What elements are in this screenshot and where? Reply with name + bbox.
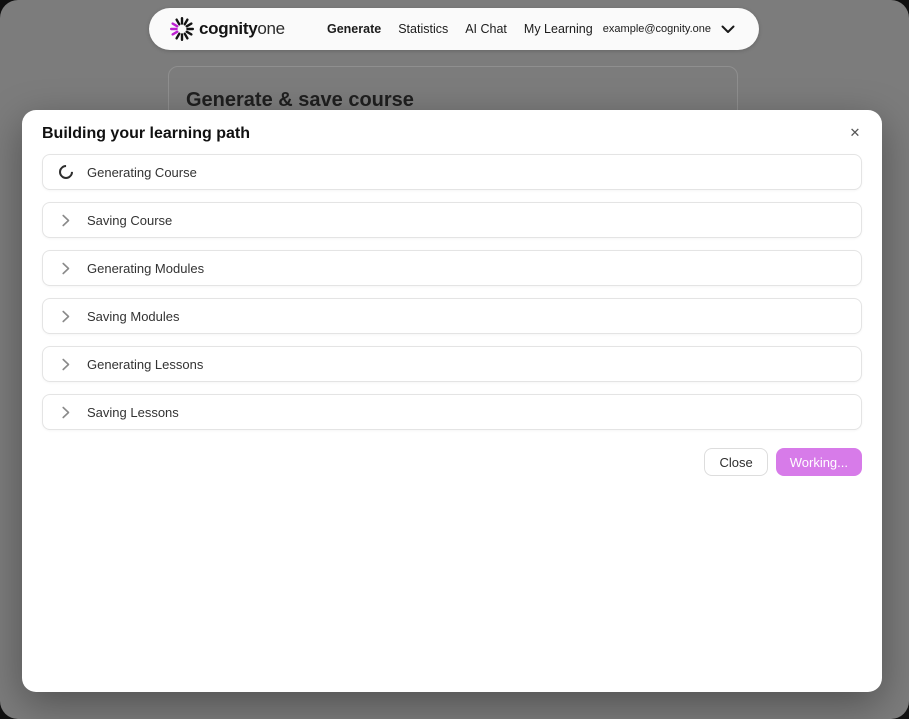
- account-email: example@cognity.one: [603, 23, 711, 35]
- step-label: Generating Lessons: [87, 357, 203, 372]
- step-label: Saving Modules: [87, 309, 180, 324]
- brand-name-light: one: [257, 19, 284, 38]
- building-learning-path-modal: Building your learning path ✕ Generating…: [22, 110, 882, 692]
- close-button[interactable]: Close: [704, 448, 767, 476]
- step-label: Saving Course: [87, 213, 172, 228]
- chevron-right-icon: [59, 406, 73, 419]
- modal-header: Building your learning path ✕: [42, 124, 862, 144]
- step-row[interactable]: Generating Course: [42, 154, 862, 190]
- step-row[interactable]: Saving Modules: [42, 298, 862, 334]
- chevron-right-icon: [59, 214, 73, 227]
- working-button[interactable]: Working...: [776, 448, 862, 476]
- chevron-right-icon: [59, 262, 73, 275]
- chevron-right-icon: [59, 310, 73, 323]
- brand-logo[interactable]: cognityone: [169, 16, 287, 42]
- brand-name: cognityone: [199, 19, 285, 39]
- modal-title: Building your learning path: [42, 124, 862, 144]
- chevron-down-icon: [721, 25, 735, 34]
- nav-item-generate[interactable]: Generate: [327, 22, 381, 36]
- step-row[interactable]: Saving Course: [42, 202, 862, 238]
- modal-footer: Close Working...: [42, 448, 862, 476]
- step-label: Saving Lessons: [87, 405, 179, 420]
- brand-burst-icon: [169, 16, 195, 42]
- nav-item-ai-chat[interactable]: AI Chat: [465, 22, 507, 36]
- step-row[interactable]: Generating Modules: [42, 250, 862, 286]
- nav-item-statistics[interactable]: Statistics: [398, 22, 448, 36]
- nav-item-my-learning[interactable]: My Learning: [524, 22, 593, 36]
- brand-name-bold: cognity: [199, 19, 257, 38]
- steps-list: Generating Course Saving Course Generati…: [42, 154, 862, 430]
- step-label: Generating Modules: [87, 261, 204, 276]
- step-row[interactable]: Saving Lessons: [42, 394, 862, 430]
- page-title: Generate & save course: [169, 67, 737, 112]
- account-menu[interactable]: example@cognity.one: [603, 23, 735, 35]
- spinner-icon: [56, 162, 76, 182]
- step-row[interactable]: Generating Lessons: [42, 346, 862, 382]
- nav-links: Generate Statistics AI Chat My Learning: [327, 22, 603, 36]
- chevron-right-icon: [59, 358, 73, 371]
- step-label: Generating Course: [87, 165, 197, 180]
- app-window: cognityone Generate Statistics AI Chat M…: [0, 0, 909, 719]
- close-icon[interactable]: ✕: [844, 122, 866, 144]
- top-navbar: cognityone Generate Statistics AI Chat M…: [149, 8, 759, 50]
